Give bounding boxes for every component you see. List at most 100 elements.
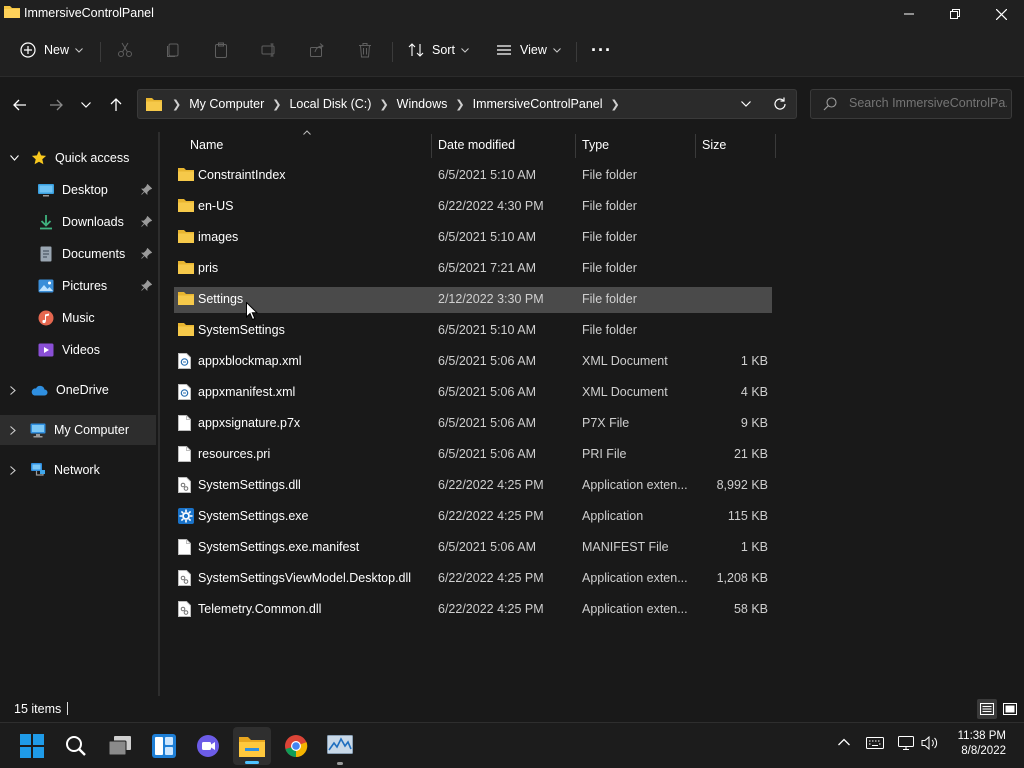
column-divider[interactable] — [575, 134, 576, 158]
nav-item-desktop[interactable]: Desktop — [0, 175, 156, 205]
file-row[interactable]: SystemSettings 6/5/2021 5:10 AM File folde… — [174, 318, 772, 344]
file-row[interactable]: SystemSettings.exe 6/22/2022 4:25 PM Appli… — [174, 504, 772, 530]
sort-button[interactable]: Sort — [408, 28, 469, 72]
widgets-button[interactable] — [145, 727, 183, 765]
resource-monitor-button[interactable] — [321, 727, 359, 765]
document-icon — [38, 246, 54, 262]
file-row[interactable]: appxsignature.p7x 6/5/2021 5:06 AM P7X Fil… — [174, 411, 772, 437]
task-view-button[interactable] — [101, 727, 139, 765]
column-divider[interactable] — [431, 134, 432, 158]
clock[interactable]: 11:38 PM 8/8/2022 — [958, 729, 1006, 759]
minimize-button[interactable] — [886, 0, 932, 28]
keyboard-icon[interactable] — [866, 737, 884, 749]
file-row[interactable]: SystemSettingsViewModel.Desktop.dll 6/22/… — [174, 566, 772, 592]
title-bar[interactable]: ImmersiveControlPanel — [0, 0, 1024, 28]
new-label: New — [44, 43, 70, 57]
details-view-icon — [980, 703, 994, 715]
file-type: File folder — [582, 292, 637, 306]
computer-icon — [30, 423, 46, 438]
nav-item-downloads[interactable]: Downloads — [0, 207, 156, 237]
column-divider[interactable] — [775, 134, 776, 158]
delete-button[interactable] — [357, 28, 373, 72]
file-row[interactable]: images 6/5/2021 5:10 AM File folder — [174, 225, 772, 251]
restore-button[interactable] — [932, 0, 978, 28]
view-button[interactable]: View — [496, 28, 561, 72]
copy-button[interactable] — [165, 28, 181, 72]
nav-item-quick-access[interactable]: Quick access — [0, 143, 156, 173]
breadcrumb-windows[interactable]: Windows — [397, 97, 448, 111]
chrome-button[interactable] — [277, 727, 315, 765]
sort-label: Sort — [432, 43, 455, 57]
nav-item-network[interactable]: Network — [0, 455, 156, 485]
breadcrumb-my-computer[interactable]: My Computer — [189, 97, 264, 111]
file-type: File folder — [582, 199, 637, 213]
show-hidden-icons-button[interactable] — [838, 738, 850, 746]
search-box[interactable] — [810, 89, 1012, 119]
rename-button[interactable] — [261, 28, 277, 72]
nav-item-documents[interactable]: Documents — [0, 239, 156, 269]
thumbnails-view-button[interactable] — [1000, 699, 1020, 719]
paste-button[interactable] — [213, 28, 229, 72]
clock-time: 11:38 PM — [957, 730, 1006, 742]
search-input[interactable] — [849, 96, 1007, 110]
nav-item-onedrive[interactable]: OneDrive — [0, 375, 156, 405]
clipboard-icon — [213, 42, 229, 58]
start-button[interactable] — [13, 727, 51, 765]
column-header-size[interactable]: Size — [702, 132, 726, 158]
recent-locations-button[interactable] — [74, 93, 98, 117]
file-row[interactable]: ConstraintIndex 6/5/2021 5:10 AM File fold… — [174, 163, 772, 189]
file-date-modified: 6/5/2021 5:06 AM — [438, 447, 536, 461]
file-row[interactable]: SystemSettings.exe.manifest 6/5/2021 5:06… — [174, 535, 772, 561]
volume-icon[interactable] — [921, 736, 939, 750]
file-name: SystemSettings — [198, 323, 285, 337]
pin-icon[interactable] — [141, 184, 152, 195]
file-row[interactable]: SystemSettings.dll 6/22/2022 4:25 PM Appli… — [174, 473, 772, 499]
more-options-button[interactable]: ··· — [591, 28, 612, 72]
file-date-modified: 6/5/2021 5:10 AM — [438, 230, 536, 244]
search-taskbar-button[interactable] — [57, 727, 95, 765]
display-icon[interactable] — [898, 736, 914, 750]
share-button[interactable] — [309, 28, 325, 72]
column-header-type[interactable]: Type — [582, 132, 609, 158]
new-button[interactable]: New — [20, 28, 83, 72]
address-dropdown-button[interactable] — [741, 101, 751, 107]
file-name: ConstraintIndex — [198, 168, 286, 182]
view-lines-icon — [496, 42, 512, 58]
pin-icon[interactable] — [141, 280, 152, 291]
nav-item-music[interactable]: Music — [0, 303, 156, 333]
pin-icon[interactable] — [141, 216, 152, 227]
file-row[interactable]: Settings 2/12/2022 3:30 PM File folder — [174, 287, 772, 313]
pin-icon[interactable] — [141, 248, 152, 259]
file-row[interactable]: appxblockmap.xml 6/5/2021 5:06 AM XML Docu… — [174, 349, 772, 375]
file-explorer-taskbar-button[interactable] — [233, 727, 271, 765]
refresh-button[interactable] — [773, 97, 787, 111]
back-button[interactable] — [8, 93, 32, 117]
file-row[interactable]: pris 6/5/2021 7:21 AM File folder — [174, 256, 772, 282]
file-row[interactable]: resources.pri 6/5/2021 5:06 AM PRI File 21 … — [174, 442, 772, 468]
nav-item-videos[interactable]: Videos — [0, 335, 156, 365]
column-header-name[interactable]: Name — [190, 132, 223, 158]
up-button[interactable] — [104, 93, 128, 117]
desktop-icon — [38, 183, 54, 197]
close-button[interactable] — [978, 0, 1024, 28]
file-size: 58 KB — [733, 602, 768, 616]
nav-label: Pictures — [62, 279, 108, 293]
breadcrumb-local-disk[interactable]: Local Disk (C:) — [289, 97, 371, 111]
nav-item-pictures[interactable]: Pictures — [0, 271, 156, 301]
music-icon — [38, 310, 54, 326]
chat-button[interactable] — [189, 727, 227, 765]
file-row[interactable]: appxmanifest.xml 6/5/2021 5:06 AM XML Docu… — [174, 380, 772, 406]
column-divider[interactable] — [695, 134, 696, 158]
column-header-date-modified[interactable]: Date modified — [438, 132, 515, 158]
address-bar[interactable]: ❯ My Computer ❯ Local Disk (C:) ❯ Window… — [137, 89, 797, 119]
file-name: SystemSettings.exe.manifest — [198, 540, 360, 554]
file-size: 1 KB — [740, 354, 768, 368]
forward-button[interactable] — [44, 93, 68, 117]
file-row[interactable]: Telemetry.Common.dll 6/22/2022 4:25 PM App… — [174, 597, 772, 623]
nav-item-my-computer[interactable]: My Computer — [0, 415, 156, 445]
breadcrumb-immersive-control-panel[interactable]: ImmersiveControlPanel — [473, 97, 603, 111]
file-row[interactable]: en-US 6/22/2022 4:30 PM File folder — [174, 194, 772, 220]
folder-icon — [178, 322, 194, 336]
cut-button[interactable] — [117, 28, 133, 72]
details-view-button[interactable] — [977, 699, 997, 719]
